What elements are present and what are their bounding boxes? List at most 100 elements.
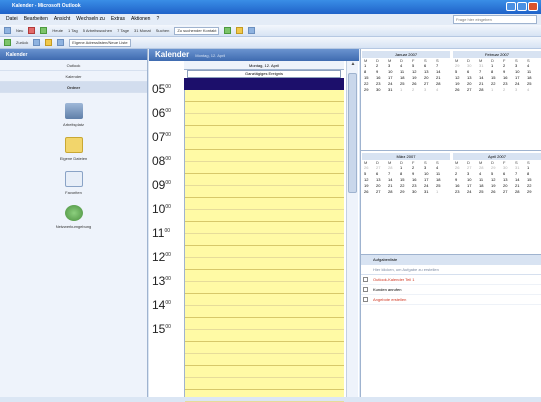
find-button[interactable]: Suchen	[156, 28, 170, 33]
calendar-day[interactable]: 26	[455, 165, 467, 170]
calendar-day[interactable]: 22	[491, 81, 503, 86]
calendar-day[interactable]: 25	[400, 81, 412, 86]
calendar-day[interactable]: 8	[491, 69, 503, 74]
calendar-day[interactable]: 26	[364, 189, 376, 194]
calendar-day[interactable]: 26	[364, 165, 376, 170]
calendar-day[interactable]: 8	[364, 69, 376, 74]
mini-calendar-april[interactable]: April 2007 MDMDFSS 26 27 28 29 30 31 1 2 3 4 5 6 7 8 9…	[453, 153, 541, 194]
calendar-day[interactable]: 24	[515, 81, 527, 86]
shortcut-network[interactable]: Netzwerkumgebung	[0, 205, 147, 229]
calendar-day[interactable]: 12	[364, 177, 376, 182]
calendar-day[interactable]: 29	[455, 63, 467, 68]
menu-actions[interactable]: Aktionen	[131, 16, 150, 25]
calendar-day[interactable]: 21	[388, 183, 400, 188]
calendar-day[interactable]: 17	[467, 183, 479, 188]
delete-icon[interactable]	[28, 27, 36, 34]
calendar-day[interactable]: 2	[412, 165, 424, 170]
shortcut-my-computer[interactable]: Arbeitsplatz	[0, 103, 147, 127]
calendar-day[interactable]: 21	[515, 183, 527, 188]
task-checkbox[interactable]	[363, 297, 368, 302]
calendar-day[interactable]: 13	[424, 69, 436, 74]
calendar-day[interactable]: 3	[424, 87, 436, 92]
calendar-day[interactable]: 19	[364, 183, 376, 188]
calendar-day[interactable]: 10	[467, 177, 479, 182]
calendar-day[interactable]: 7	[515, 171, 527, 176]
workweek-view-button[interactable]: 5 Arbeitswochen	[83, 28, 112, 33]
time-slot[interactable]	[185, 222, 344, 234]
refresh-icon[interactable]	[224, 27, 232, 34]
time-slot[interactable]	[185, 162, 344, 174]
calendar-day[interactable]: 2	[503, 87, 515, 92]
new-task-input[interactable]: Hier klicken, um Aufgabe zu erstellen	[361, 265, 541, 275]
stop-icon[interactable]	[45, 39, 53, 46]
time-slot[interactable]	[185, 90, 344, 102]
today-icon[interactable]	[40, 27, 48, 34]
calendar-day[interactable]: 11	[400, 69, 412, 74]
nav-link-calendar[interactable]: Kalender	[0, 71, 147, 82]
calendar-day[interactable]: 29	[364, 87, 376, 92]
calendar-day[interactable]: 3	[424, 165, 436, 170]
calendar-day[interactable]: 10	[515, 69, 527, 74]
calendar-day[interactable]: 14	[436, 69, 448, 74]
calendar-day[interactable]: 27	[467, 165, 479, 170]
scrollbar-thumb[interactable]	[348, 73, 357, 193]
time-slot[interactable]	[185, 102, 344, 114]
calendar-day[interactable]: 21	[436, 75, 448, 80]
calendar-day[interactable]: 23	[503, 81, 515, 86]
menu-help[interactable]: ?	[156, 16, 159, 25]
time-slot-grid[interactable]	[184, 78, 344, 402]
calendar-day[interactable]: 26	[455, 87, 467, 92]
calendar-day[interactable]: 31	[479, 63, 491, 68]
task-pane-header[interactable]: Aufgabenliste	[361, 255, 541, 265]
menu-tools[interactable]: Extras	[111, 16, 125, 25]
address-field[interactable]: Eigene Adresslisten/Neue Liste	[69, 38, 131, 47]
nav-link-folders[interactable]: Ordner	[0, 82, 147, 93]
task-checkbox[interactable]	[363, 287, 368, 292]
calendar-day[interactable]: 30	[376, 87, 388, 92]
time-slot[interactable]	[185, 246, 344, 258]
time-slot[interactable]	[185, 270, 344, 282]
time-slot[interactable]	[185, 126, 344, 138]
task-row[interactable]: Outlook-Kalender Teil 1	[361, 275, 541, 285]
calendar-day[interactable]: 20	[424, 75, 436, 80]
calendar-day[interactable]: 5	[455, 69, 467, 74]
calendar-day[interactable]: 19	[491, 183, 503, 188]
menu-view[interactable]: Ansicht	[54, 16, 70, 25]
calendar-day[interactable]: 25	[479, 189, 491, 194]
calendar-day[interactable]: 1	[400, 87, 412, 92]
calendar-day[interactable]: 18	[436, 177, 448, 182]
today-button[interactable]: Heute	[52, 28, 63, 33]
calendar-day[interactable]: 22	[400, 183, 412, 188]
calendar-day[interactable]: 15	[527, 177, 539, 182]
calendar-day[interactable]: 13	[376, 177, 388, 182]
calendar-day[interactable]: 1	[364, 63, 376, 68]
calendar-day[interactable]: 11	[479, 177, 491, 182]
back-icon[interactable]	[4, 39, 11, 46]
calendar-day[interactable]: 15	[400, 177, 412, 182]
time-slot[interactable]	[185, 390, 344, 402]
time-slot[interactable]	[185, 306, 344, 318]
calendar-day[interactable]: 14	[388, 177, 400, 182]
home-icon[interactable]	[57, 39, 65, 46]
calendar-day[interactable]: 28	[515, 189, 527, 194]
calendar-day[interactable]: 14	[515, 177, 527, 182]
calendar-day[interactable]: 6	[376, 171, 388, 176]
calendar-day[interactable]: 16	[376, 75, 388, 80]
calendar-day[interactable]: 2	[455, 171, 467, 176]
nav-link-outlook[interactable]: Outlook	[0, 60, 147, 71]
time-slot[interactable]	[185, 354, 344, 366]
time-slot[interactable]	[185, 150, 344, 162]
calendar-day[interactable]: 5	[412, 63, 424, 68]
calendar-day[interactable]: 3	[515, 63, 527, 68]
calendar-day[interactable]: 26	[412, 81, 424, 86]
month-view-button[interactable]: 31 Monat	[134, 28, 151, 33]
calendar-day[interactable]: 21	[479, 81, 491, 86]
calendar-day[interactable]: 5	[491, 171, 503, 176]
calendar-day[interactable]: 26	[491, 189, 503, 194]
calendar-day[interactable]: 2	[412, 87, 424, 92]
help-icon[interactable]	[248, 27, 256, 34]
calendar-day[interactable]: 9	[412, 171, 424, 176]
task-checkbox[interactable]	[363, 277, 368, 282]
time-slot[interactable]	[185, 186, 344, 198]
calendar-day[interactable]: 28	[479, 87, 491, 92]
